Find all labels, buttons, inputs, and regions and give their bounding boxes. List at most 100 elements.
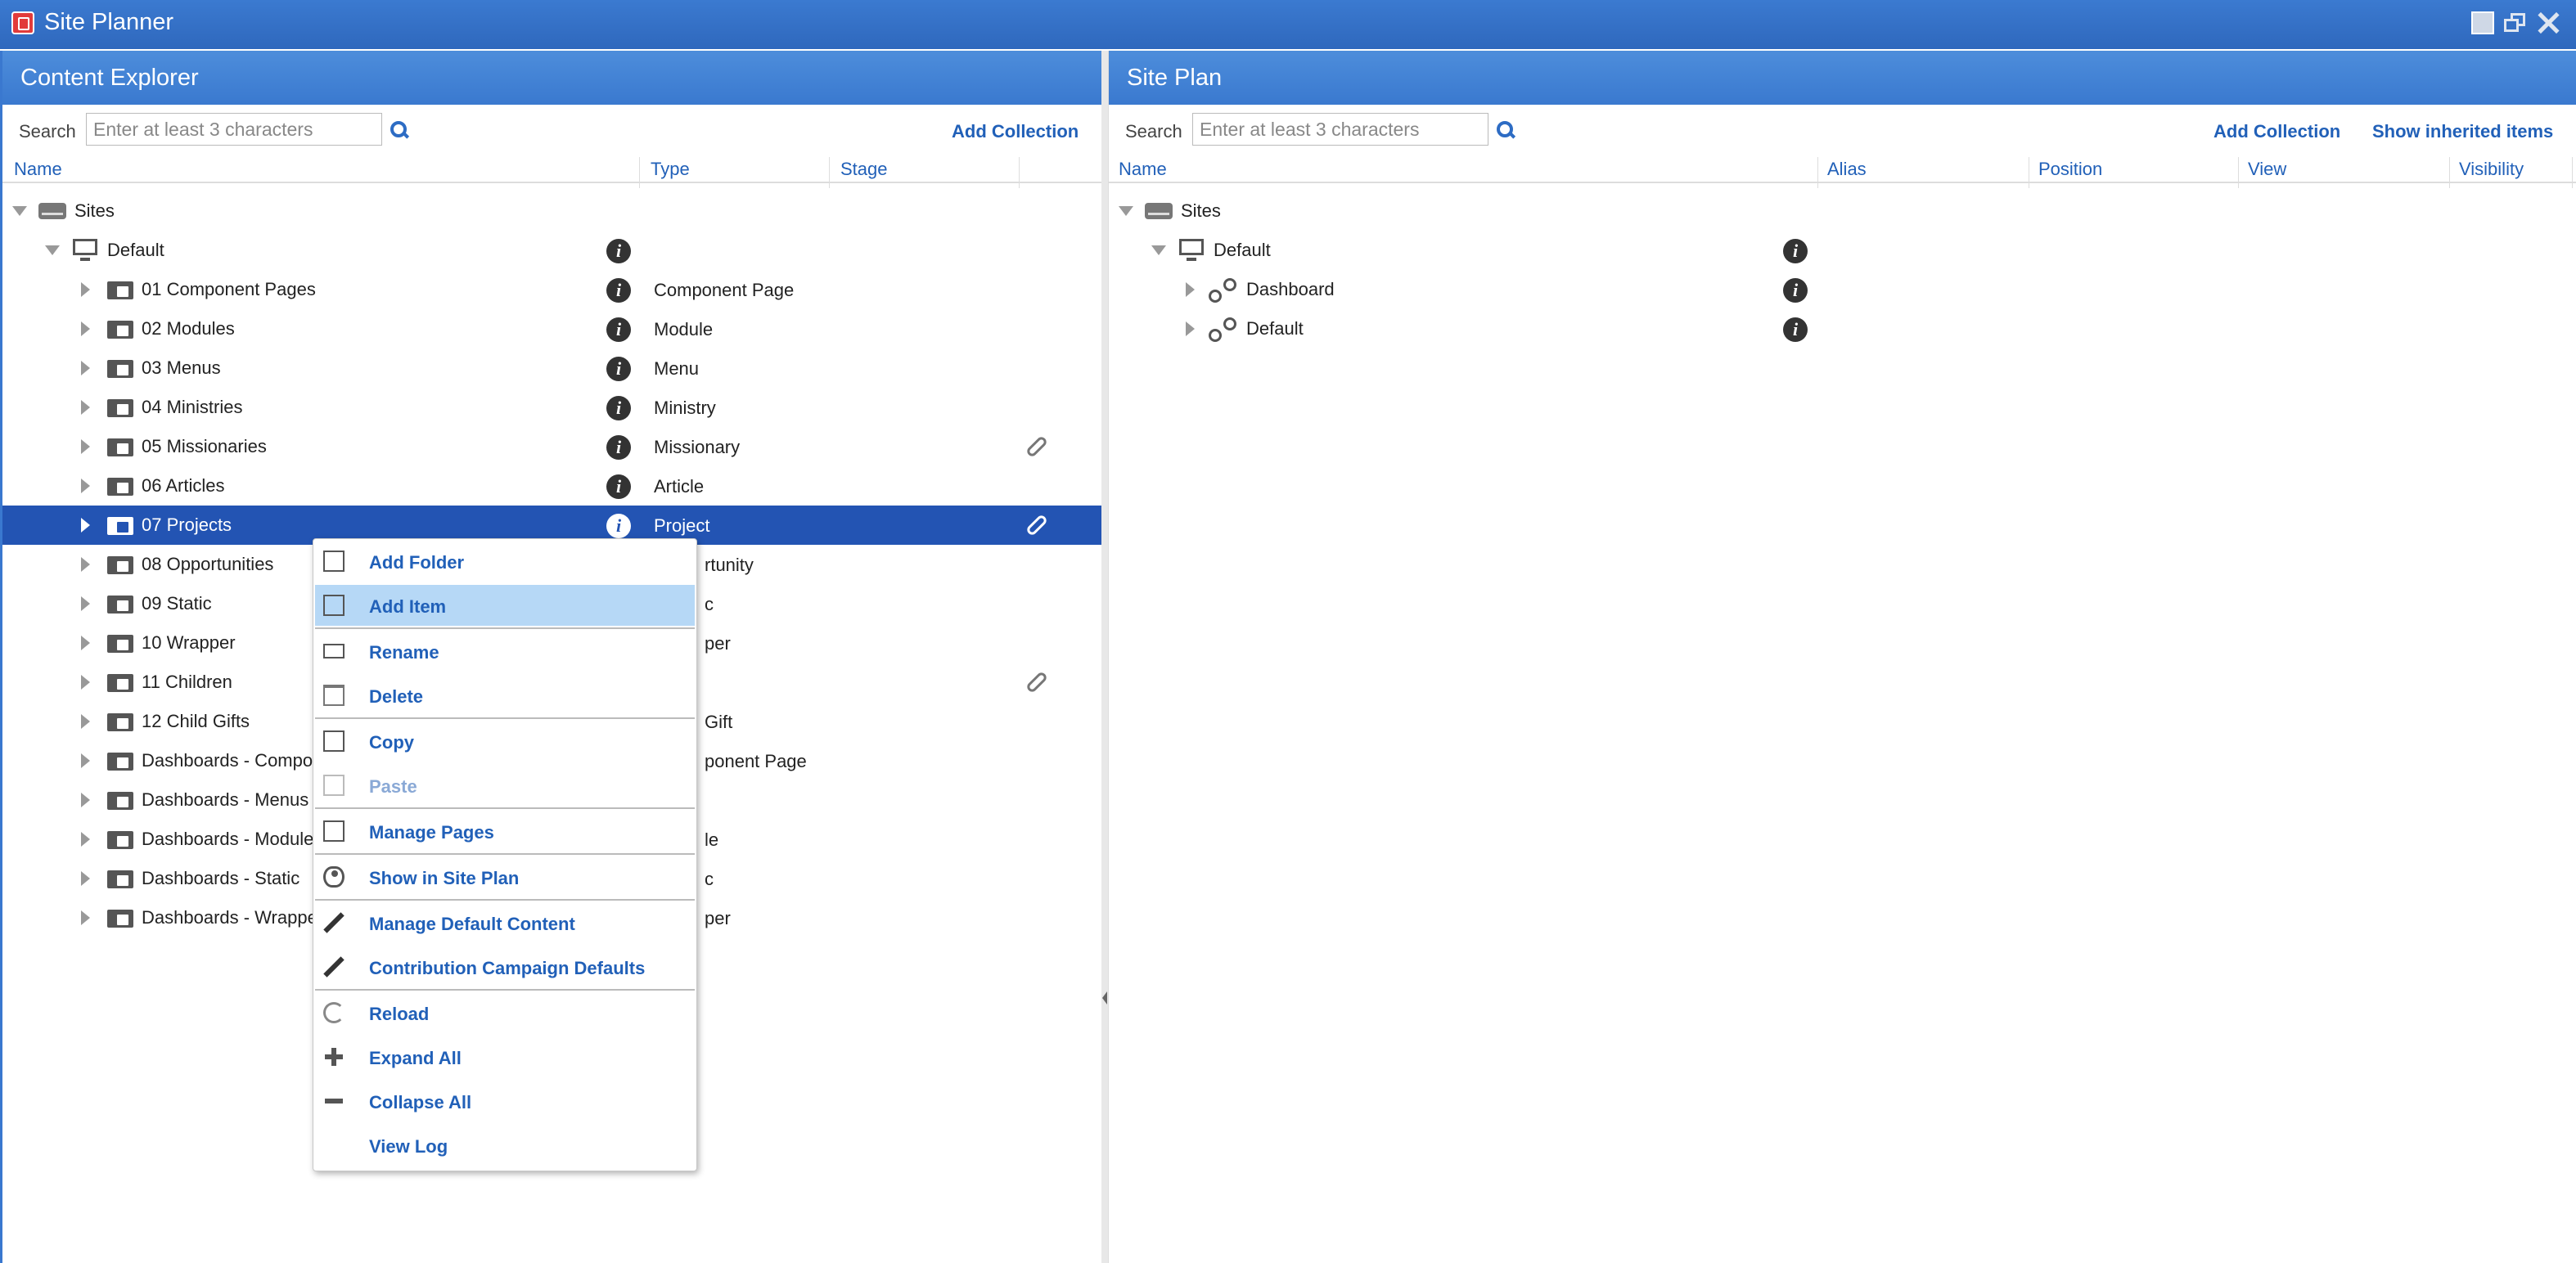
menu-copy[interactable]: Copy — [315, 721, 695, 762]
expand-arrow-icon[interactable] — [81, 871, 90, 886]
info-icon[interactable]: i — [606, 239, 631, 263]
attachment-icon[interactable] — [1027, 514, 1050, 537]
info-icon[interactable]: i — [1783, 278, 1808, 303]
close-icon[interactable] — [2537, 11, 2560, 34]
expand-arrow-icon[interactable] — [81, 400, 90, 415]
expand-arrow-icon[interactable] — [81, 518, 90, 533]
expand-arrow-icon[interactable] — [81, 832, 90, 847]
column-separator[interactable] — [639, 157, 640, 188]
menu-expand-all[interactable]: Expand All — [315, 1036, 695, 1077]
search-input[interactable] — [86, 113, 382, 146]
tree-node-link[interactable]: Dashboard i — [1109, 270, 2576, 309]
menu-view-log[interactable]: View Log — [315, 1125, 695, 1166]
collapse-arrow-icon[interactable] — [1102, 991, 1107, 1005]
expand-arrow-icon[interactable] — [12, 206, 27, 216]
column-separator[interactable] — [2572, 157, 2573, 188]
tree-node-default-site[interactable]: Default i — [1109, 231, 2576, 270]
tree-node-folder[interactable]: 01 Component Pages i Component Page — [2, 270, 1101, 309]
column-separator[interactable] — [2238, 157, 2239, 188]
column-separator[interactable] — [829, 157, 830, 188]
info-icon[interactable]: i — [606, 396, 631, 420]
search-input[interactable] — [1192, 113, 1488, 146]
info-icon[interactable]: i — [1783, 239, 1808, 263]
column-separator[interactable] — [1817, 157, 1818, 188]
menu-manage-pages[interactable]: Manage Pages — [315, 811, 695, 852]
column-separator[interactable] — [1019, 157, 1020, 188]
menu-add-folder[interactable]: Add Folder — [315, 541, 695, 582]
show-inherited-items-button[interactable]: Show inherited items — [2372, 121, 2553, 142]
info-icon[interactable]: i — [606, 278, 631, 303]
panel-splitter[interactable] — [1101, 51, 1108, 1263]
tree-node-link[interactable]: Default i — [1109, 309, 2576, 348]
column-visibility[interactable]: Visibility — [2459, 159, 2524, 190]
add-collection-button[interactable]: Add Collection — [2213, 121, 2340, 142]
expand-arrow-icon[interactable] — [1151, 245, 1166, 255]
attachment-icon[interactable] — [1027, 435, 1050, 458]
info-icon[interactable]: i — [606, 317, 631, 342]
tree-node-folder[interactable]: 06 Articles i Article — [2, 466, 1101, 506]
expand-arrow-icon[interactable] — [81, 361, 90, 375]
expand-arrow-icon[interactable] — [81, 557, 90, 572]
content-explorer-search-row: Search Add Collection — [2, 105, 1101, 157]
menu-reload[interactable]: Reload — [315, 992, 695, 1033]
info-icon[interactable]: i — [606, 514, 631, 538]
tree-node-folder[interactable]: 03 Menus i Menu — [2, 348, 1101, 388]
expand-arrow-icon[interactable] — [81, 714, 90, 729]
restore-icon[interactable] — [2504, 11, 2527, 34]
folder-icon — [107, 632, 133, 653]
content-explorer-columns: Name Type Stage — [2, 157, 1101, 188]
column-type[interactable]: Type — [651, 159, 690, 190]
menu-collapse-all[interactable]: Collapse All — [315, 1081, 695, 1121]
expand-arrow-icon[interactable] — [81, 282, 90, 297]
menu-add-item[interactable]: Add Item — [315, 585, 695, 626]
tree-node-folder[interactable]: 04 Ministries i Ministry — [2, 388, 1101, 427]
search-icon[interactable] — [390, 121, 408, 139]
column-view[interactable]: View — [2248, 159, 2286, 190]
column-name[interactable]: Name — [1119, 159, 1167, 190]
minimize-icon[interactable] — [2471, 11, 2494, 34]
folder-icon — [107, 357, 133, 378]
tree-node-folder[interactable]: 02 Modules i Module — [2, 309, 1101, 348]
reload-icon — [323, 1002, 345, 1023]
rename-icon — [323, 644, 345, 658]
tree-node-default-site[interactable]: Default i — [2, 231, 1101, 270]
info-icon[interactable]: i — [1783, 317, 1808, 342]
search-icon[interactable] — [1497, 121, 1515, 139]
expand-arrow-icon[interactable] — [81, 596, 90, 611]
expand-arrow-icon[interactable] — [81, 675, 90, 690]
tree-node-sites[interactable]: Sites — [1109, 191, 2576, 231]
expand-arrow-icon[interactable] — [45, 245, 60, 255]
tree-node-label: Dashboards - Menus — [142, 789, 309, 810]
expand-arrow-icon[interactable] — [1119, 206, 1133, 216]
info-icon[interactable]: i — [606, 357, 631, 381]
expand-arrow-icon[interactable] — [81, 793, 90, 807]
tree-node-sites[interactable]: Sites — [2, 191, 1101, 231]
column-name[interactable]: Name — [14, 159, 62, 190]
expand-arrow-icon[interactable] — [1186, 282, 1195, 297]
column-separator[interactable] — [2449, 157, 2450, 188]
column-alias[interactable]: Alias — [1827, 159, 1867, 190]
menu-rename[interactable]: Rename — [315, 631, 695, 672]
tree-node-folder[interactable]: 05 Missionaries i Missionary — [2, 427, 1101, 466]
app-icon — [11, 11, 34, 34]
menu-contribution-campaign-defaults[interactable]: Contribution Campaign Defaults — [315, 946, 695, 987]
info-icon[interactable]: i — [606, 435, 631, 460]
menu-manage-default-content[interactable]: Manage Default Content — [315, 902, 695, 943]
add-collection-button[interactable]: Add Collection — [952, 121, 1079, 142]
expand-arrow-icon[interactable] — [81, 636, 90, 650]
column-stage[interactable]: Stage — [840, 159, 888, 190]
expand-arrow-icon[interactable] — [1186, 321, 1195, 336]
folder-icon — [107, 789, 133, 810]
expand-arrow-icon[interactable] — [81, 910, 90, 925]
menu-delete[interactable]: Delete — [315, 675, 695, 716]
info-icon[interactable]: i — [606, 474, 631, 499]
attachment-icon[interactable] — [1027, 671, 1050, 694]
menu-divider — [315, 899, 695, 901]
column-position[interactable]: Position — [2038, 159, 2102, 190]
expand-arrow-icon[interactable] — [81, 479, 90, 493]
menu-item-label: Rename — [369, 642, 439, 663]
expand-arrow-icon[interactable] — [81, 439, 90, 454]
expand-arrow-icon[interactable] — [81, 321, 90, 336]
expand-arrow-icon[interactable] — [81, 753, 90, 768]
menu-show-in-site-plan[interactable]: Show in Site Plan — [315, 856, 695, 897]
